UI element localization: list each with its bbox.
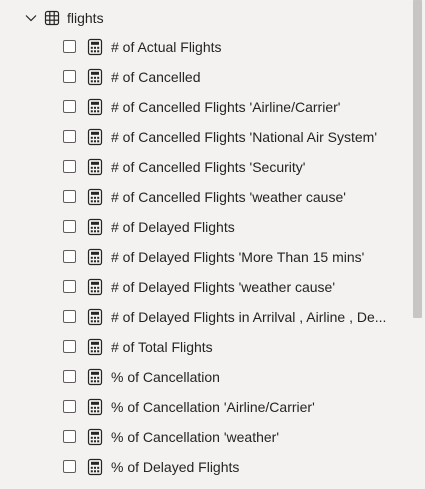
field-label: % of Cancellation 'Airline/Carrier' [111,399,315,415]
field-checkbox[interactable] [63,460,76,473]
table-name: flights [67,10,104,26]
field-label: # of Cancelled Flights 'Security' [111,159,306,175]
field-label: # of Actual Flights [111,39,222,55]
calculator-icon [87,158,103,176]
field-checkbox[interactable] [63,40,76,53]
calculator-icon [87,248,103,266]
calculator-icon [87,218,103,236]
field-checkbox[interactable] [63,160,76,173]
field-label: # of Cancelled [111,69,201,85]
field-row[interactable]: % of Cancellation [0,363,410,393]
calculator-icon [87,38,103,56]
field-row[interactable]: # of Cancelled Flights 'weather cause' [0,183,410,213]
fields-pane: flights # of Actual Flights # of Cancell… [0,0,410,489]
table-header-flights[interactable]: flights [0,4,410,32]
chevron-down-icon[interactable] [24,11,38,25]
field-row[interactable]: % of Cancellation 'Airline/Carrier' [0,393,410,423]
calculator-icon [87,428,103,446]
field-label: # of Delayed Flights [111,219,235,235]
field-label: % of Delayed Flights [111,459,240,475]
field-checkbox[interactable] [63,370,76,383]
field-label: # of Delayed Flights 'weather cause' [111,279,336,295]
field-checkbox[interactable] [63,430,76,443]
field-row[interactable]: # of Delayed Flights 'More Than 15 mins' [0,243,410,273]
calculator-icon [87,68,103,86]
calculator-icon [87,128,103,146]
field-row[interactable]: # of Total Flights [0,333,410,363]
field-label: # of Cancelled Flights 'weather cause' [111,189,346,205]
table-icon [44,10,60,26]
field-row[interactable]: # of Cancelled Flights 'Airline/Carrier' [0,93,410,123]
field-row[interactable]: # of Cancelled Flights 'Security' [0,153,410,183]
scrollbar-thumb[interactable] [413,0,422,318]
field-row[interactable]: # of Cancelled [0,63,410,93]
calculator-icon [87,338,103,356]
field-checkbox[interactable] [63,250,76,263]
field-label: # of Cancelled Flights 'National Air Sys… [111,129,378,145]
field-list: # of Actual Flights # of Cancelled # of … [0,33,410,483]
calculator-icon [87,278,103,296]
calculator-icon [87,368,103,386]
field-checkbox[interactable] [63,220,76,233]
field-checkbox[interactable] [63,130,76,143]
field-checkbox[interactable] [63,190,76,203]
field-label: # of Total Flights [111,339,213,355]
field-row[interactable]: # of Delayed Flights [0,213,410,243]
field-checkbox[interactable] [63,340,76,353]
field-row[interactable]: % of Cancellation 'weather' [0,423,410,453]
calculator-icon [87,188,103,206]
field-label: % of Cancellation 'weather' [111,429,279,445]
field-label: % of Cancellation [111,369,220,385]
field-label: # of Cancelled Flights 'Airline/Carrier' [111,99,341,115]
field-row[interactable]: # of Delayed Flights in Arrilval , Airli… [0,303,410,333]
field-label: # of Delayed Flights 'More Than 15 mins' [111,249,365,265]
calculator-icon [87,98,103,116]
field-row[interactable]: % of Delayed Flights [0,453,410,483]
field-row[interactable]: # of Cancelled Flights 'National Air Sys… [0,123,410,153]
field-checkbox[interactable] [63,100,76,113]
field-label: # of Delayed Flights in Arrilval , Airli… [111,309,387,325]
field-checkbox[interactable] [63,310,76,323]
field-checkbox[interactable] [63,280,76,293]
calculator-icon [87,398,103,416]
field-row[interactable]: # of Actual Flights [0,33,410,63]
calculator-icon [87,308,103,326]
field-row[interactable]: # of Delayed Flights 'weather cause' [0,273,410,303]
field-checkbox[interactable] [63,400,76,413]
calculator-icon [87,458,103,476]
field-checkbox[interactable] [63,70,76,83]
